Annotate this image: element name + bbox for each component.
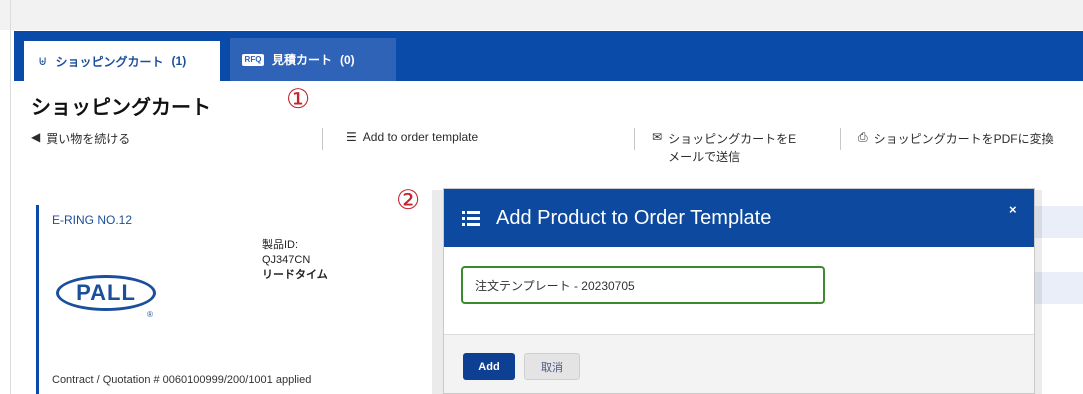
product-id-value: QJ347CN	[262, 254, 311, 266]
continue-shopping-label: 買い物を続ける	[46, 132, 131, 146]
add-to-template-label: Add to order template	[362, 130, 479, 144]
lead-time-label: リードタイム	[262, 269, 328, 281]
email-cart-label-line1: ショッピングカートをE	[668, 132, 797, 146]
product-meta: 製品ID: QJ347CN リードタイム	[262, 238, 328, 283]
pdf-cart-label: ショッピングカートをPDFに変換	[873, 132, 1054, 146]
template-name-input[interactable]	[461, 266, 825, 304]
annotation-step-1: ①	[286, 84, 311, 115]
cart-icon: ⊎	[38, 53, 48, 68]
list-icon: ☰	[346, 130, 357, 144]
close-icon[interactable]: ×	[1009, 202, 1017, 217]
tab-shopping-cart[interactable]: ⊎ ショッピングカート (1)	[24, 38, 220, 81]
registered-mark: ®	[147, 310, 153, 319]
arrow-left-icon: ◀	[31, 130, 41, 144]
quote-icon: RFQ	[242, 53, 264, 66]
action-divider	[322, 128, 323, 150]
tab-quote-label: 見積カート	[272, 53, 333, 67]
dialog-header: Add Product to Order Template ×	[444, 189, 1034, 247]
cancel-button[interactable]: 取消	[524, 353, 580, 380]
action-divider	[840, 128, 841, 150]
product-name-link[interactable]: E-RING NO.12	[52, 213, 132, 227]
email-cart-link[interactable]: ✉ ショッピングカートをE メールで送信	[652, 130, 796, 166]
pall-logo: PALL	[56, 275, 156, 311]
pdf-cart-link[interactable]: ⎙ ショッピングカートをPDFに変換	[858, 130, 1083, 147]
continue-shopping-link[interactable]: ◀ 買い物を続ける	[31, 130, 130, 147]
email-cart-text: ショッピングカートをE メールで送信	[668, 130, 796, 166]
contract-note: Contract / Quotation # 0060100999/200/10…	[52, 374, 312, 386]
left-border	[10, 0, 11, 394]
tab-quote-cart[interactable]: RFQ 見積カート (0)	[230, 38, 396, 81]
add-to-order-template-link[interactable]: ☰ Add to order template	[346, 130, 478, 144]
dialog-title: Add Product to Order Template	[496, 207, 772, 229]
list-icon	[462, 211, 480, 227]
product-id-label: 製品ID:	[262, 239, 299, 251]
background-row	[1035, 206, 1083, 238]
tab-cart-label: ショッピングカート	[55, 54, 164, 69]
printer-icon: ⎙	[858, 130, 868, 144]
add-to-template-dialog: Add Product to Order Template × Add 取消	[443, 188, 1035, 394]
page-title: ショッピングカート	[31, 97, 211, 119]
dialog-footer: Add 取消	[444, 334, 1034, 393]
envelope-icon: ✉	[652, 130, 663, 144]
add-button[interactable]: Add	[463, 353, 515, 380]
top-band	[0, 0, 1083, 30]
annotation-step-2: ②	[396, 185, 421, 216]
action-divider	[634, 128, 635, 150]
background-row	[1035, 272, 1083, 304]
product-card-accent	[36, 205, 39, 394]
email-cart-label-line2: メールで送信	[668, 150, 741, 164]
tab-cart-count: (1)	[171, 54, 187, 68]
tab-quote-count: (0)	[340, 52, 355, 67]
